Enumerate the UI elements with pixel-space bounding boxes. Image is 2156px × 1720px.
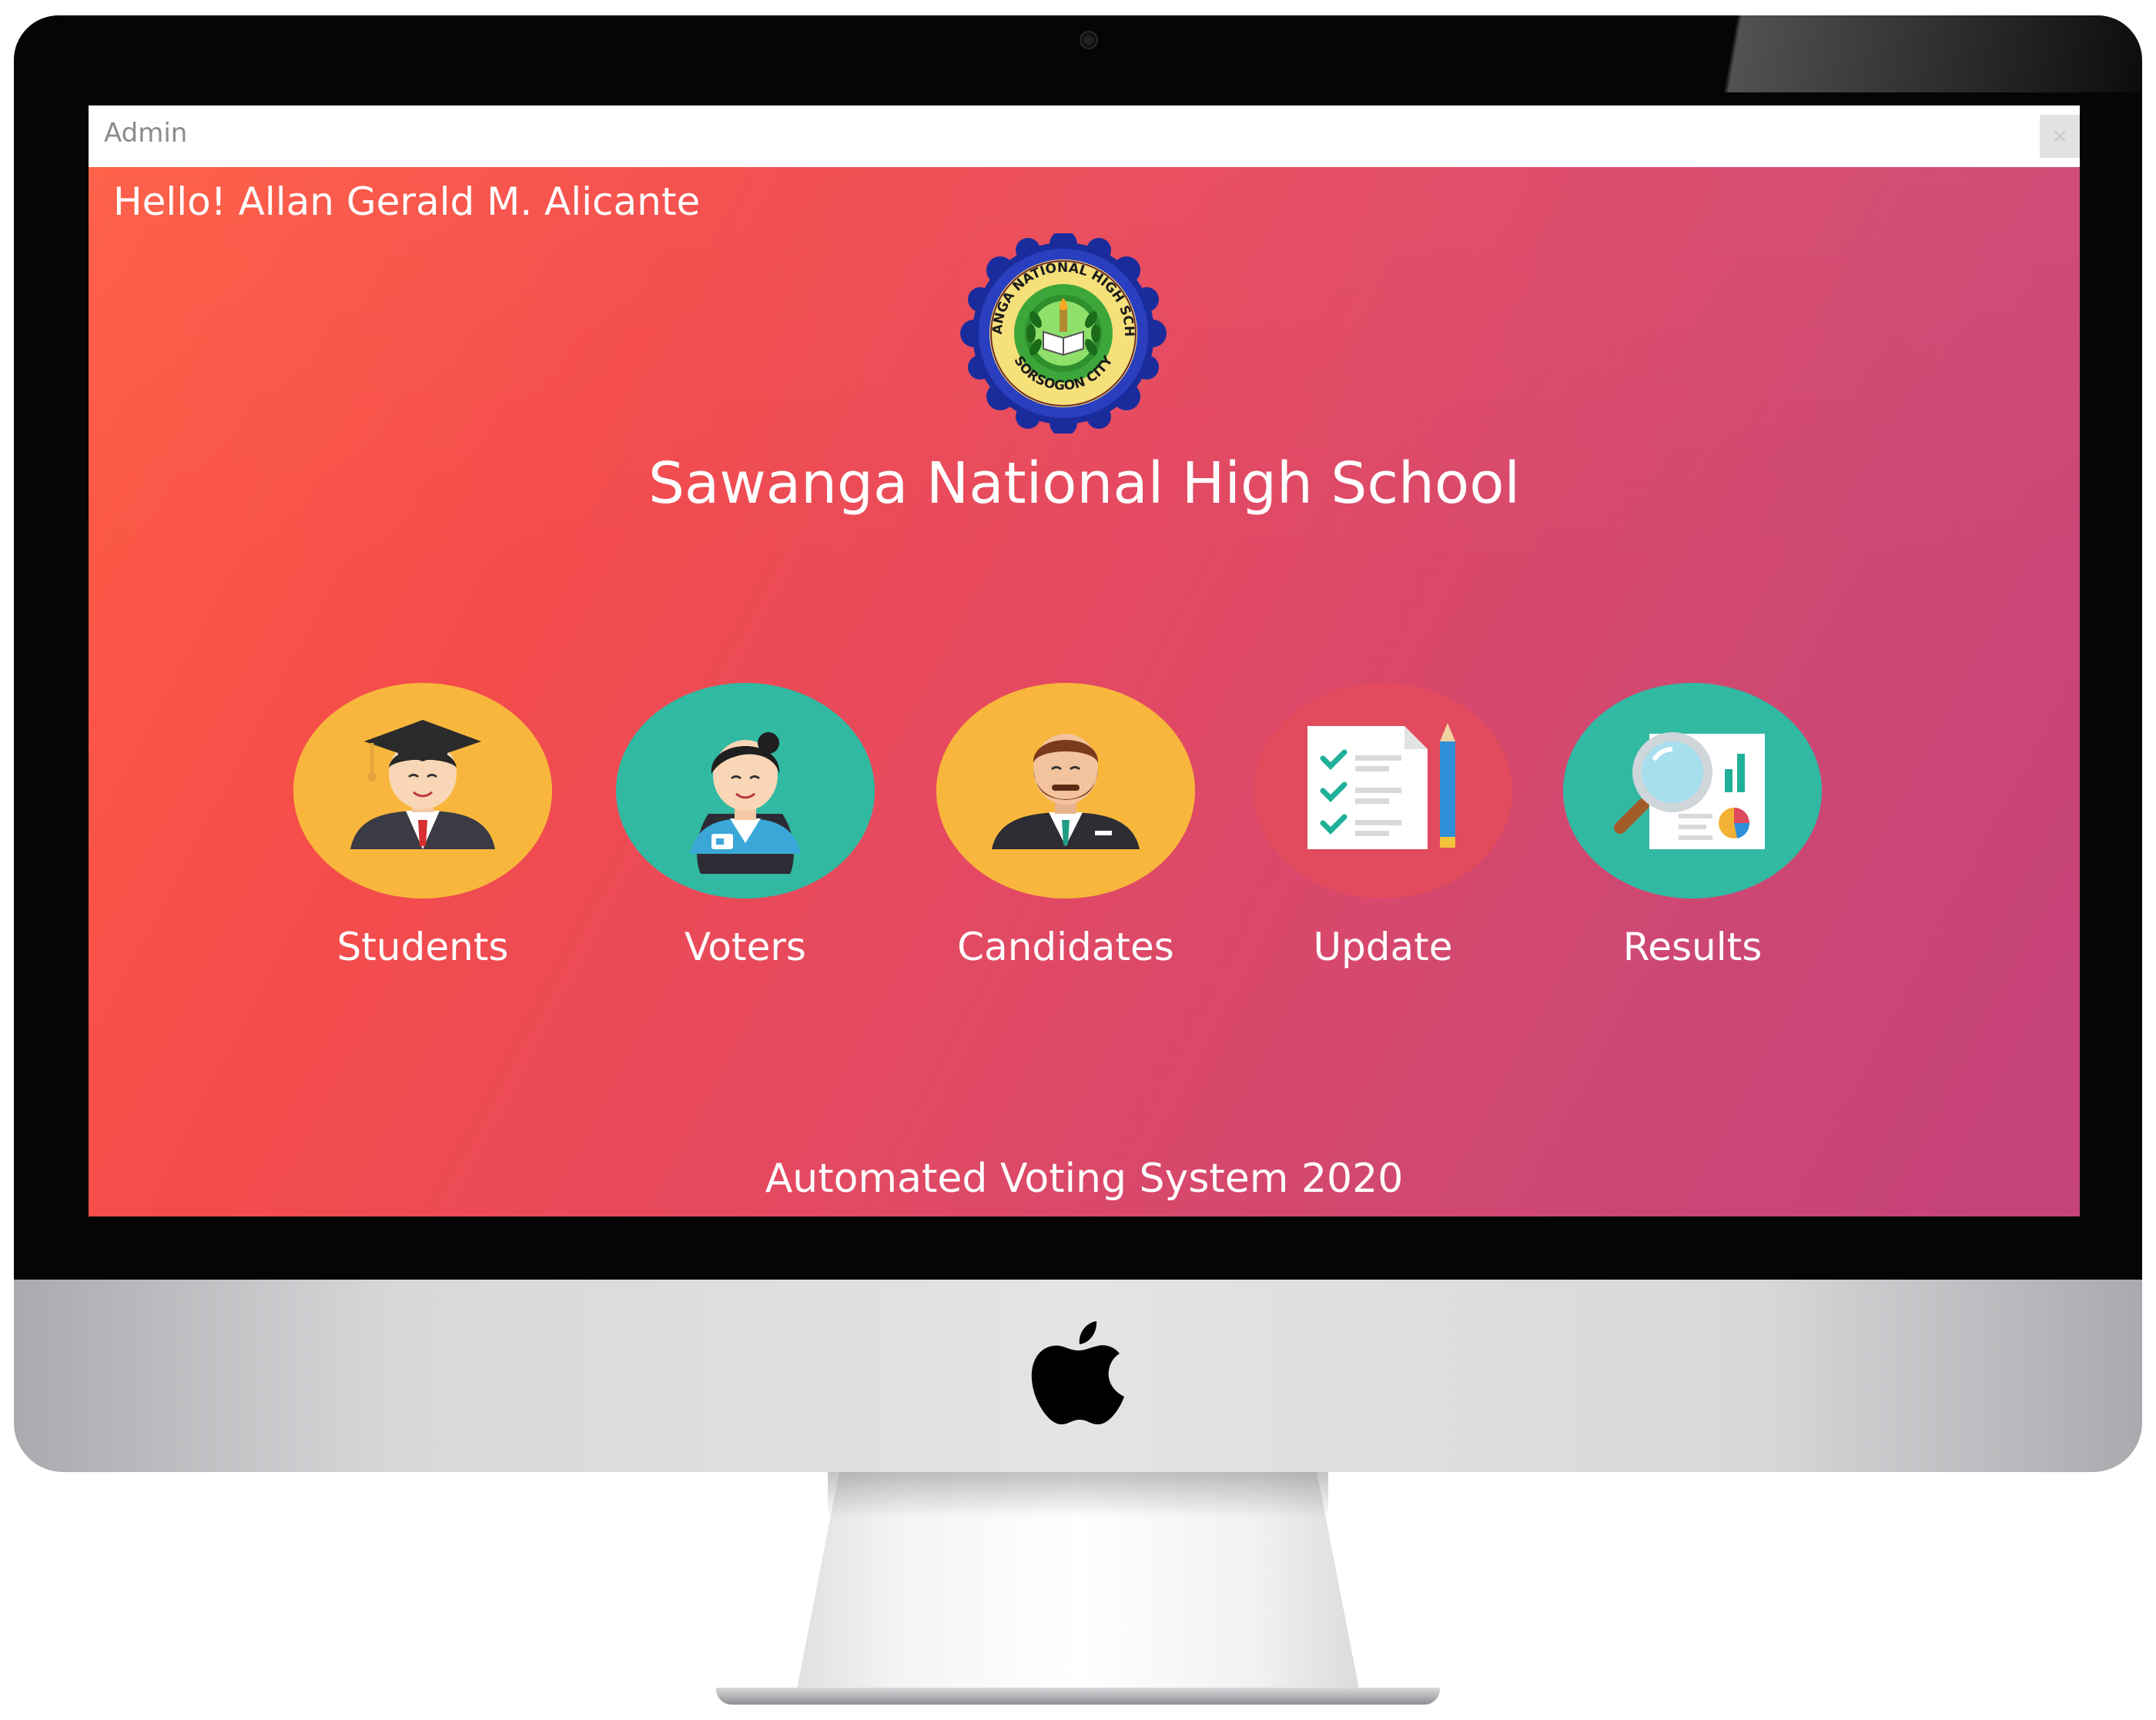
admin-window: Admin × Hello! Allan Gerald M. Alicante xyxy=(89,105,2080,1216)
voters-label: Voters xyxy=(685,925,806,969)
school-name: Sawanga National High School xyxy=(648,450,1521,517)
update-circle[interactable] xyxy=(1254,683,1512,898)
footer-text: Automated Voting System 2020 xyxy=(765,1156,1404,1202)
students-button[interactable]: Students xyxy=(292,683,554,969)
students-label: Students xyxy=(336,925,509,969)
candidate-man-icon xyxy=(992,734,1140,849)
voters-circle[interactable] xyxy=(616,683,875,898)
results-label: Results xyxy=(1622,925,1763,969)
candidates-button[interactable]: Candidates xyxy=(935,683,1197,969)
voter-woman-icon xyxy=(690,732,801,874)
stand-shadow xyxy=(828,1472,1328,1518)
title-bar: Admin × xyxy=(89,105,2080,167)
stand-foot xyxy=(716,1688,1440,1705)
results-circle[interactable] xyxy=(1563,683,1822,898)
update-label: Update xyxy=(1313,925,1453,969)
school-seal-logo: SAWANGA NATIONAL HIGH SCHOOL SORSOGON CI… xyxy=(942,233,1167,433)
checklist-pencil-icon xyxy=(1307,723,1455,849)
voters-button[interactable]: Voters xyxy=(614,683,876,969)
graduate-student-icon xyxy=(350,720,495,849)
results-button[interactable]: Results xyxy=(1562,683,1823,969)
update-button[interactable]: Update xyxy=(1252,683,1514,969)
monitor-bezel: Admin × Hello! Allan Gerald M. Alicante xyxy=(14,15,2142,1280)
bezel-reflection xyxy=(1680,15,2142,92)
dashboard-content: Hello! Allan Gerald M. Alicante ANGA NAT… xyxy=(89,167,2080,1216)
greeting-text: Hello! Allan Gerald M. Alicante xyxy=(113,179,701,224)
students-circle[interactable] xyxy=(293,683,552,898)
candidates-label: Candidates xyxy=(957,925,1174,969)
window-title: Admin xyxy=(104,118,188,149)
magnifier-report-icon xyxy=(1614,732,1765,849)
close-button[interactable]: × xyxy=(2040,115,2080,158)
webcam-icon xyxy=(1081,32,1096,48)
apple-logo-icon xyxy=(1031,1321,1124,1424)
candidates-circle[interactable] xyxy=(936,683,1195,898)
